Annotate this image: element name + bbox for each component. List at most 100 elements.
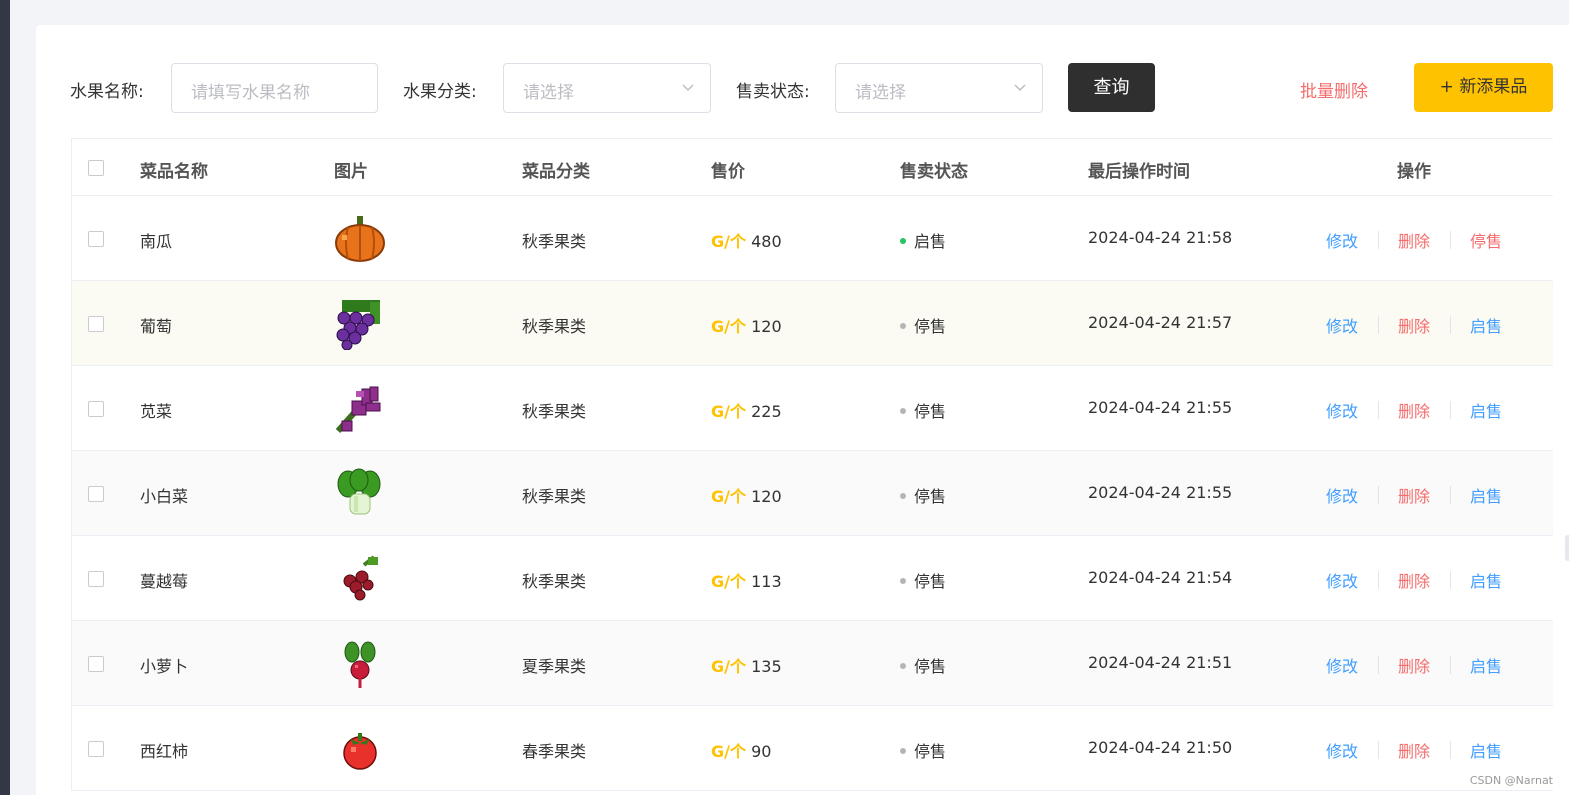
status-text: 启售 xyxy=(914,232,947,251)
status-cell: 停售 xyxy=(900,738,946,762)
status-dot xyxy=(900,577,906,584)
row-checkbox[interactable] xyxy=(88,486,104,502)
action-divider xyxy=(1378,571,1379,589)
edit-link[interactable]: 修改 xyxy=(1326,313,1358,337)
fruit-name: 苋菜 xyxy=(140,402,173,421)
header-updated: 最后操作时间 xyxy=(1088,162,1190,182)
fruit-name: 小萝卜 xyxy=(140,657,189,676)
header-image: 图片 xyxy=(334,162,368,182)
delete-link[interactable]: 删除 xyxy=(1398,398,1430,422)
price-cell: G/个 480 xyxy=(711,228,782,252)
table-row: 葡萄 秋季果类 G/个 120 停售 2024-04-24 21:57 修改 删… xyxy=(72,281,1553,366)
edit-link[interactable]: 修改 xyxy=(1326,228,1358,252)
status-text: 停售 xyxy=(914,487,947,506)
sale-status-select[interactable]: 请选择 xyxy=(835,63,1043,113)
table-row: 蔓越莓 秋季果类 G/个 113 停售 2024-04-24 21:54 修改 … xyxy=(72,536,1553,621)
price-cell: G/个 113 xyxy=(711,568,782,592)
delete-link[interactable]: 删除 xyxy=(1398,653,1430,677)
action-divider xyxy=(1450,231,1451,249)
fruit-category-placeholder: 请选择 xyxy=(523,83,574,103)
delete-link[interactable]: 删除 xyxy=(1398,228,1430,252)
table-header: 菜品名称 图片 菜品分类 售价 售卖状态 最后操作时间 操作 xyxy=(72,139,1553,196)
edit-link[interactable]: 修改 xyxy=(1326,653,1358,677)
tomato-icon xyxy=(343,733,377,770)
radish-icon xyxy=(344,641,376,688)
status-text: 停售 xyxy=(914,402,947,421)
toggle-sale-link[interactable]: 启售 xyxy=(1470,313,1502,337)
row-checkbox[interactable] xyxy=(88,656,104,672)
table-row: 西红柿 春季果类 G/个 90 停售 2024-04-24 21:50 修改 删… xyxy=(72,706,1553,791)
toggle-sale-link[interactable]: 启售 xyxy=(1470,738,1502,762)
table-row: 小萝卜 夏季果类 G/个 135 停售 2024-04-24 21:51 修改 … xyxy=(72,621,1553,706)
toggle-sale-link[interactable]: 启售 xyxy=(1470,568,1502,592)
select-all-checkbox[interactable] xyxy=(88,160,104,176)
status-text: 停售 xyxy=(914,742,947,761)
price-unit: G/个 xyxy=(711,742,746,761)
row-checkbox[interactable] xyxy=(88,741,104,757)
price-unit: G/个 xyxy=(711,487,746,506)
pumpkin-icon xyxy=(335,216,385,262)
table-row: 小白菜 秋季果类 G/个 120 停售 2024-04-24 21:55 修改 … xyxy=(72,451,1553,536)
delete-link[interactable]: 删除 xyxy=(1398,568,1430,592)
toggle-sale-link[interactable]: 停售 xyxy=(1470,228,1502,252)
fruit-name: 葡萄 xyxy=(140,317,173,336)
updated-time: 2024-04-24 21:51 xyxy=(1088,653,1233,672)
edit-link[interactable]: 修改 xyxy=(1326,568,1358,592)
price-value: 480 xyxy=(751,232,782,251)
price-value: 113 xyxy=(751,572,782,591)
row-checkbox[interactable] xyxy=(88,231,104,247)
row-checkbox[interactable] xyxy=(88,571,104,587)
row-checkbox[interactable] xyxy=(88,316,104,332)
price-unit: G/个 xyxy=(711,232,746,251)
table-row: 南瓜 秋季果类 G/个 480 启售 2024-04-24 21:58 修改 删… xyxy=(72,196,1553,281)
fruit-table: 菜品名称 图片 菜品分类 售价 售卖状态 最后操作时间 操作 南瓜 秋季果类 G… xyxy=(71,138,1553,791)
delete-link[interactable]: 删除 xyxy=(1398,313,1430,337)
query-button[interactable]: 查询 xyxy=(1068,63,1155,112)
delete-link[interactable]: 删除 xyxy=(1398,738,1430,762)
updated-time: 2024-04-24 21:58 xyxy=(1088,228,1233,247)
action-divider xyxy=(1378,316,1379,334)
fruit-category: 秋季果类 xyxy=(522,572,587,591)
price-cell: G/个 120 xyxy=(711,313,782,337)
edit-link[interactable]: 修改 xyxy=(1326,483,1358,507)
fruit-category: 春季果类 xyxy=(522,742,587,761)
row-checkbox[interactable] xyxy=(88,401,104,417)
header-category: 菜品分类 xyxy=(522,162,590,182)
amaranth-icon xyxy=(335,386,381,433)
status-cell: 停售 xyxy=(900,653,946,677)
status-cell: 停售 xyxy=(900,313,946,337)
header-price: 售价 xyxy=(711,162,745,182)
fruit-category: 秋季果类 xyxy=(522,487,587,506)
price-value: 120 xyxy=(751,317,782,336)
fruit-name: 南瓜 xyxy=(140,232,173,251)
fruit-name-label: 水果名称: xyxy=(70,82,144,102)
updated-time: 2024-04-24 21:57 xyxy=(1088,313,1233,332)
action-divider xyxy=(1450,486,1451,504)
status-dot xyxy=(900,237,906,244)
delete-link[interactable]: 删除 xyxy=(1398,483,1430,507)
toggle-sale-link[interactable]: 启售 xyxy=(1470,398,1502,422)
price-value: 135 xyxy=(751,657,782,676)
action-divider xyxy=(1378,401,1379,419)
price-value: 225 xyxy=(751,402,782,421)
header-actions: 操作 xyxy=(1397,162,1431,182)
add-fruit-button[interactable]: + 新添果品 xyxy=(1414,63,1553,112)
fruit-name-input[interactable]: 请填写水果名称 xyxy=(171,63,378,113)
fruit-category-select[interactable]: 请选择 xyxy=(503,63,711,113)
edit-link[interactable]: 修改 xyxy=(1326,398,1358,422)
header-name: 菜品名称 xyxy=(140,162,208,182)
edit-link[interactable]: 修改 xyxy=(1326,738,1358,762)
chevron-down-icon xyxy=(1014,84,1026,92)
sale-status-label: 售卖状态: xyxy=(736,82,810,102)
fruit-category-label: 水果分类: xyxy=(403,82,477,102)
action-divider xyxy=(1450,401,1451,419)
price-cell: G/个 225 xyxy=(711,398,782,422)
toggle-sale-link[interactable]: 启售 xyxy=(1470,653,1502,677)
status-text: 停售 xyxy=(914,572,947,591)
status-cell: 停售 xyxy=(900,398,946,422)
action-divider xyxy=(1450,571,1451,589)
batch-delete-button[interactable]: 批量删除 xyxy=(1300,77,1368,102)
fruit-name: 小白菜 xyxy=(140,487,189,506)
toggle-sale-link[interactable]: 启售 xyxy=(1470,483,1502,507)
side-handle[interactable] xyxy=(1565,535,1569,561)
